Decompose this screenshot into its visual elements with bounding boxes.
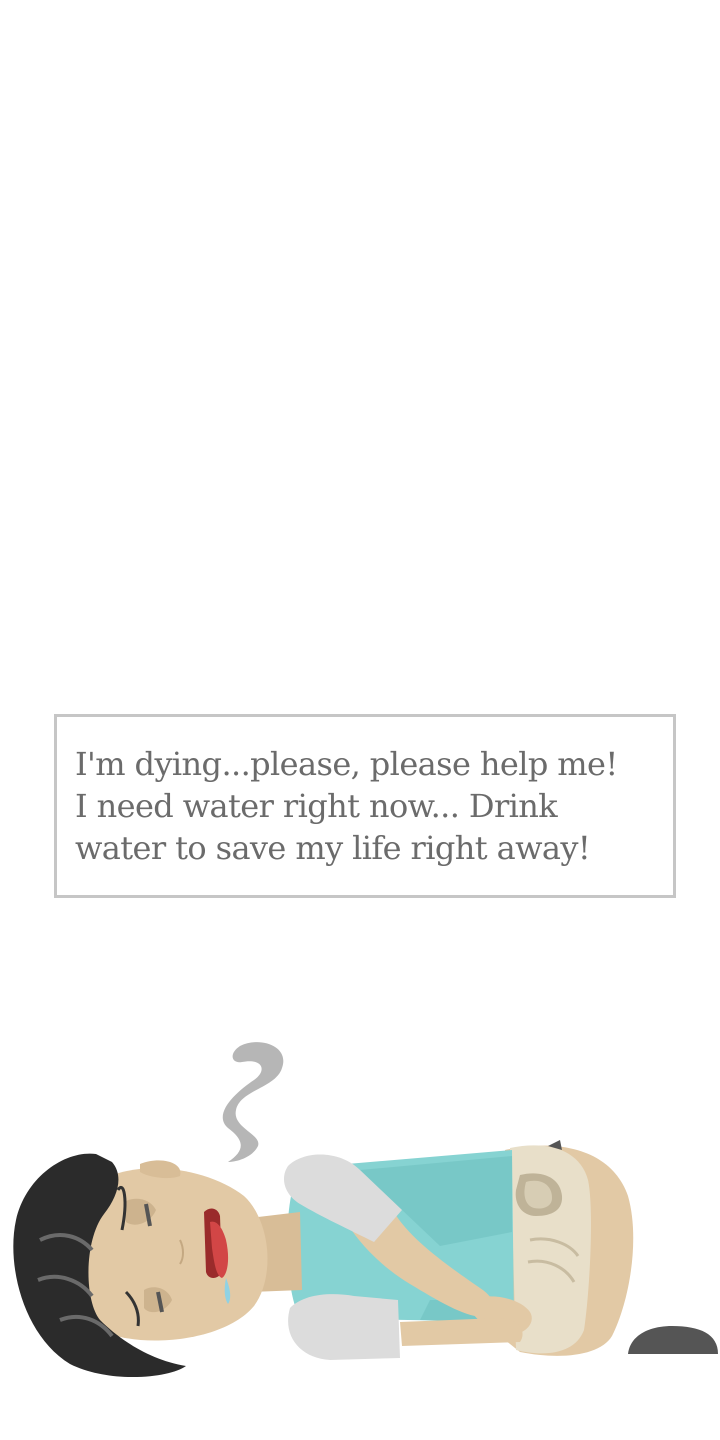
- dark-rock-icon: [628, 1326, 718, 1354]
- dialog-line-3: water to save my life right away!: [75, 829, 591, 867]
- dialog-box: I'm dying...please, please help me! I ne…: [54, 714, 676, 898]
- dialog-text: I'm dying...please, please help me! I ne…: [75, 743, 655, 869]
- dialog-line-2: I need water right now... Drink: [75, 787, 558, 825]
- dialog-line-1: I'm dying...please, please help me!: [75, 745, 618, 783]
- breath-puff-icon: [222, 1042, 284, 1162]
- game-stage: I'm dying...please, please help me! I ne…: [0, 0, 720, 1440]
- character-scene: [13, 1042, 718, 1378]
- head: [13, 1153, 268, 1378]
